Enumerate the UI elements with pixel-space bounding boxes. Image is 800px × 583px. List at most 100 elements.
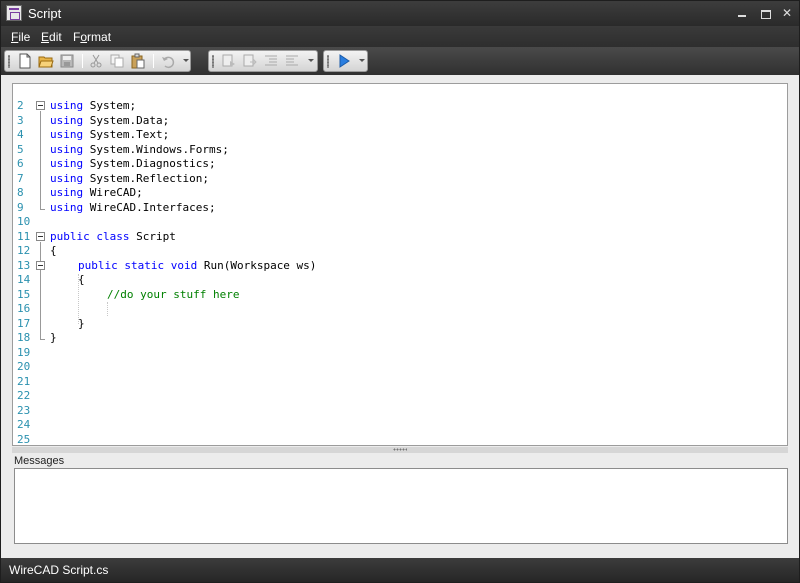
code-line: { <box>78 273 85 286</box>
toolbar-area <box>1 47 799 75</box>
toolbar-separator <box>153 54 154 68</box>
run-dropdown-icon[interactable] <box>359 59 365 62</box>
code-text: } <box>50 331 57 344</box>
fold-guide <box>40 111 41 209</box>
status-filename: WireCAD Script.cs <box>9 563 109 577</box>
line-number: 19 <box>17 345 31 359</box>
code-text: System.Diagnostics; <box>83 157 216 170</box>
line-number: 16 <box>17 302 31 315</box>
line-number: 7 <box>17 171 24 185</box>
line-number: 23 <box>17 403 31 417</box>
code-text: Script <box>129 229 176 243</box>
line-number-gutter: 2 3 4 5 6 7 8 9 10 11 12 13 14 15 16 17 … <box>13 84 33 445</box>
menu-edit-rest: dit <box>49 30 62 44</box>
keyword: using <box>50 200 84 214</box>
fold-toggle-icon[interactable] <box>36 101 45 110</box>
menu-file-rest: ile <box>18 30 31 44</box>
keyword: using <box>50 113 84 127</box>
code-text: WireCAD.Interfaces; <box>83 200 216 214</box>
close-button[interactable]: ✕ <box>779 5 795 21</box>
keyword: using <box>50 171 84 185</box>
outdent-icon[interactable] <box>284 53 300 69</box>
code-text: System.Data; <box>83 113 170 127</box>
copy-icon[interactable] <box>109 53 125 69</box>
keyword: using <box>50 142 84 156</box>
toolbar-file-edit <box>4 50 191 72</box>
toolbar-bookmarks <box>208 50 318 72</box>
code-comment: //do your stuff here <box>107 287 240 301</box>
code-line: using WireCAD.Interfaces; <box>50 201 216 214</box>
code-line: //do your stuff here <box>107 288 239 301</box>
paste-icon[interactable] <box>130 53 146 69</box>
code-line: } <box>78 317 85 330</box>
keyword: public static void <box>78 258 198 272</box>
fold-toggle-icon[interactable] <box>36 261 45 270</box>
line-number: 14 <box>17 273 31 286</box>
line-number: 6 <box>17 157 24 170</box>
indent-guide <box>107 302 108 316</box>
close-icon: ✕ <box>781 6 793 20</box>
code-text: System; <box>83 99 137 112</box>
format-dropdown-icon[interactable] <box>308 59 314 62</box>
toggle-bookmark-icon[interactable] <box>221 53 237 69</box>
line-number: 8 <box>17 186 24 199</box>
messages-panel[interactable] <box>14 468 788 544</box>
run-play-icon[interactable] <box>336 53 352 69</box>
code-text: System.Reflection; <box>83 171 209 185</box>
open-folder-icon[interactable] <box>38 53 54 69</box>
code-line: using System.Text; <box>50 128 169 141</box>
toolbar-grip[interactable] <box>8 55 10 68</box>
keyword: using <box>50 157 84 170</box>
app-icon <box>6 5 22 21</box>
code-text: System.Text; <box>83 128 170 141</box>
code-line: using System.Data; <box>50 114 169 127</box>
fold-guide-end <box>40 209 45 210</box>
code-editor[interactable]: 2 3 4 5 6 7 8 9 10 11 12 13 14 15 16 17 … <box>12 83 788 446</box>
title-bar[interactable]: Script ✕ <box>1 1 799 26</box>
code-text: } <box>78 316 85 330</box>
minimize-button[interactable] <box>734 5 750 21</box>
fold-guide-end <box>40 339 45 340</box>
indent-icon[interactable] <box>263 53 279 69</box>
toolbar-run <box>323 50 368 72</box>
menu-format-rest: rmat <box>87 30 112 44</box>
undo-icon[interactable] <box>160 53 176 69</box>
line-number: 25 <box>17 432 31 446</box>
line-number: 17 <box>17 316 31 330</box>
code-text: System.Windows.Forms; <box>83 142 229 156</box>
line-number: 5 <box>17 142 24 156</box>
code-text: WireCAD; <box>83 186 143 199</box>
code-line: } <box>50 331 57 344</box>
cut-icon[interactable] <box>88 53 104 69</box>
menu-edit-accel: E <box>41 30 50 44</box>
code-line: using System.Windows.Forms; <box>50 143 229 156</box>
line-number: 12 <box>17 244 31 257</box>
status-bar: WireCAD Script.cs <box>1 558 799 582</box>
line-number: 4 <box>17 128 24 141</box>
maximize-button[interactable] <box>757 5 773 21</box>
toolbar-separator <box>82 54 83 68</box>
new-document-icon[interactable] <box>17 53 33 69</box>
menu-format[interactable]: Format <box>73 30 111 44</box>
code-line: using System.Reflection; <box>50 172 209 185</box>
splitter-grip-icon[interactable] <box>393 448 407 451</box>
line-number: 24 <box>17 418 31 431</box>
line-number: 11 <box>17 229 31 243</box>
undo-dropdown-icon[interactable] <box>183 59 189 62</box>
keyword: public class <box>50 229 130 243</box>
menu-file[interactable]: File <box>11 30 30 44</box>
toolbar-grip[interactable] <box>212 55 214 68</box>
window-title: Script <box>28 6 62 21</box>
save-icon[interactable] <box>59 53 75 69</box>
line-number: 9 <box>17 200 24 214</box>
code-line: using WireCAD; <box>50 186 143 199</box>
line-number: 15 <box>17 287 31 301</box>
code-line: public class Script <box>50 230 176 243</box>
line-number: 22 <box>17 389 31 402</box>
panel-splitter[interactable] <box>12 447 788 453</box>
next-bookmark-icon[interactable] <box>242 53 258 69</box>
menu-bar: File Edit Format <box>1 26 799 47</box>
toolbar-grip[interactable] <box>327 55 329 68</box>
fold-toggle-icon[interactable] <box>36 232 45 241</box>
menu-edit[interactable]: Edit <box>41 30 62 44</box>
